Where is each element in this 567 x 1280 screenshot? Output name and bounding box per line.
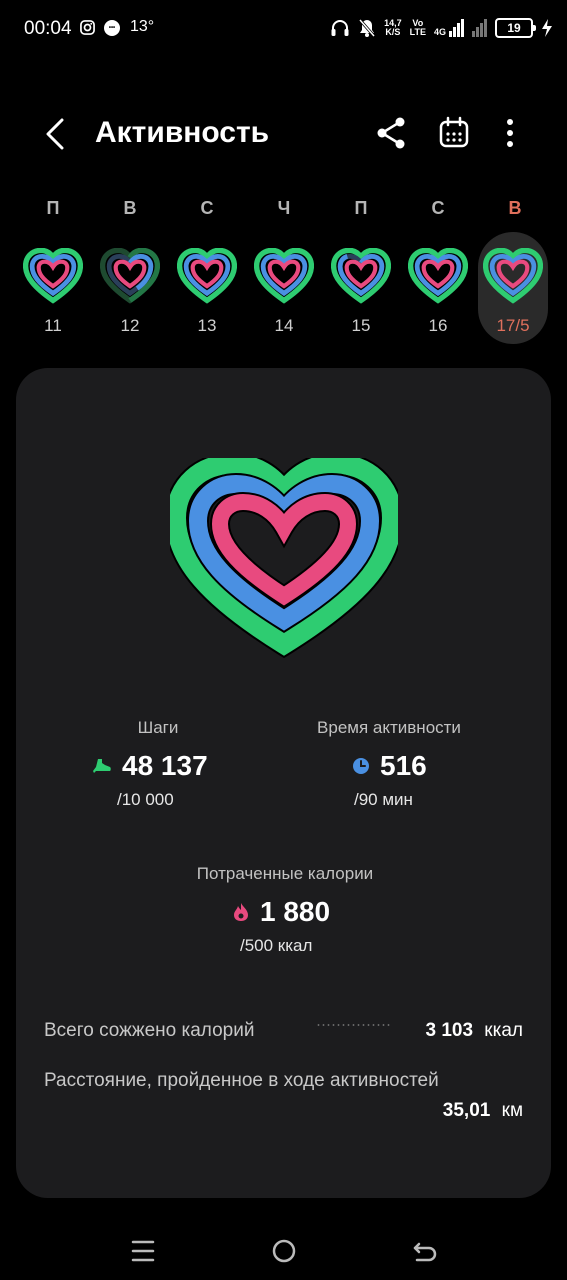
day-letter: С — [200, 198, 214, 218]
total-calories-value-row: 3 103 ккал — [425, 1020, 523, 1042]
day-letter: П — [354, 198, 368, 218]
active-time-value: 516 — [380, 750, 427, 781]
distance-unit: км — [501, 1100, 523, 1121]
header: Активность — [0, 100, 567, 170]
network-type: 4G — [433, 27, 446, 37]
steps-goal: /10 000 — [117, 790, 174, 809]
network-speed-unit: K/S — [385, 27, 401, 37]
clock-icon — [353, 758, 369, 774]
day-item[interactable]: П 15 — [326, 190, 396, 355]
volte-bottom: LTE — [409, 27, 426, 37]
notification-dot-icon: ••• — [104, 20, 120, 36]
day-number: 14 — [274, 316, 294, 335]
active-time-goal: /90 мин — [354, 790, 413, 809]
total-calories-value: 3 103 — [425, 1020, 474, 1041]
activity-heart-icon — [331, 248, 391, 304]
day-item[interactable]: С 16 — [403, 190, 473, 355]
dotted-leader — [316, 1024, 392, 1026]
day-number: 15 — [351, 316, 371, 335]
flame-icon — [234, 903, 248, 921]
instagram-icon — [80, 20, 95, 35]
system-nav-bar — [0, 1222, 567, 1278]
calories-value-row: 1 880 — [232, 896, 330, 928]
status-time: 00:04 — [24, 18, 72, 39]
signal-icon: 4G — [434, 19, 464, 37]
headphones-icon — [331, 20, 349, 36]
page-title: Активность — [95, 116, 270, 149]
day-item[interactable]: В 12 — [95, 190, 165, 355]
distance-value-row: 35,01 км — [443, 1100, 523, 1122]
distance-value: 35,01 — [442, 1100, 491, 1121]
day-item[interactable]: П 11 — [18, 190, 88, 355]
steps-value-row: 48 137 — [92, 750, 208, 782]
day-number: 13 — [197, 316, 217, 335]
active-time-label: Время активности — [317, 718, 461, 737]
week-strip: П 11 В 12 С 13 Ч 14 П 15 С 16 В 17/5 — [0, 190, 567, 360]
activity-heart-icon — [408, 248, 468, 304]
distance-label: Расстояние, пройденное в ходе активносте… — [44, 1070, 439, 1091]
more-vertical-icon[interactable] — [492, 114, 528, 152]
day-number: 11 — [44, 316, 62, 335]
steps-value: 48 137 — [122, 750, 208, 781]
day-item[interactable]: Ч 14 — [249, 190, 319, 355]
day-number: 16 — [428, 316, 448, 335]
battery-icon: 19 — [495, 18, 536, 38]
day-letter: В — [508, 198, 522, 218]
activity-heart-icon — [100, 248, 160, 304]
steps-label: Шаги — [137, 718, 179, 737]
day-item[interactable]: С 13 — [172, 190, 242, 355]
activity-card: Шаги 48 137 /10 000 Время активности 516… — [16, 368, 551, 1198]
mute-icon — [358, 19, 376, 37]
active-time-value-row: 516 — [352, 750, 427, 782]
back-icon[interactable] — [410, 1236, 440, 1266]
volte-indicator: Vo LTE — [410, 19, 426, 37]
day-letter: С — [431, 198, 445, 218]
activity-rings-heart-icon — [170, 458, 398, 658]
total-calories-label: Всего сожжено калорий — [44, 1020, 255, 1041]
calendar-icon[interactable] — [436, 114, 472, 152]
activity-heart-icon — [23, 248, 83, 304]
charging-icon — [542, 19, 552, 37]
recent-apps-icon[interactable] — [128, 1236, 158, 1266]
activity-heart-icon — [177, 248, 237, 304]
activity-heart-icon — [483, 248, 543, 304]
total-calories-unit: ккал — [484, 1020, 523, 1041]
status-right-group: 14,7 K/S Vo LTE 4G 19 — [330, 14, 553, 42]
calories-value: 1 880 — [260, 896, 331, 927]
share-icon[interactable] — [373, 114, 409, 152]
day-letter: П — [46, 198, 60, 218]
status-bar: 00:04 ••• 13° 14,7 K/S Vo LTE 4G 19 — [0, 0, 567, 58]
activity-heart-icon — [254, 248, 314, 304]
status-temperature: 13° — [130, 18, 155, 35]
selected-day-highlight[interactable]: 17/5 — [478, 232, 548, 344]
day-number: 17/5 — [496, 316, 530, 335]
signal-2-icon — [472, 19, 487, 37]
shoe-icon — [93, 759, 111, 773]
calories-goal: /500 ккал — [240, 936, 313, 955]
back-arrow-icon[interactable] — [38, 114, 74, 154]
home-icon[interactable] — [269, 1236, 299, 1266]
calories-label: Потраченные калории — [196, 864, 374, 883]
day-letter: Ч — [277, 198, 291, 218]
day-number: 12 — [120, 316, 140, 335]
network-speed: 14,7 K/S — [384, 19, 402, 37]
day-letter: В — [123, 198, 137, 218]
